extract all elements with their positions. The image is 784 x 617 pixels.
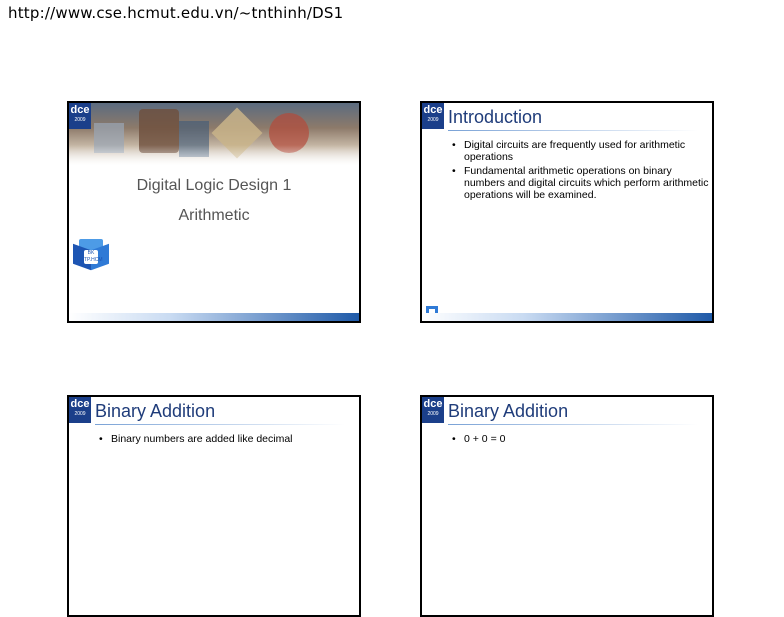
dce-logo-icon: dce 2009 [422,103,444,129]
bullet-list: 0 + 0 = 0 [452,433,710,447]
bullet-list: Binary numbers are added like decimal [99,433,357,447]
bk-badge-text: BK TP.HCM [84,250,103,264]
slide-subtitle: Arithmetic [178,207,250,224]
bk-cube-icon: BK TP.HCM [73,239,109,275]
footer-bar [69,313,359,321]
slide-heading: Introduction [448,107,543,127]
slide-title: dce 2009 Digital Logic Design 1 Arithmet… [67,101,361,323]
dce-logo-icon: dce 2009 [69,103,91,129]
course-title: Digital Logic Design 1 [136,177,292,194]
dce-logo-icon: dce 2009 [69,397,91,423]
bullet-item: 0 + 0 = 0 [452,433,710,445]
slide-binary-addition-2: dce 2009 Binary Addition 0 + 0 = 0 [420,395,714,617]
footer-bar [422,313,712,321]
slide-binary-addition: dce 2009 Binary Addition Binary numbers … [67,395,361,617]
bullet-list: Digital circuits are frequently used for… [452,139,710,203]
bullet-item: Fundamental arithmetic operations on bin… [452,165,710,201]
slide-heading: Binary Addition [448,401,569,421]
slide-heading: Binary Addition [95,401,216,421]
bullet-item: Digital circuits are frequently used for… [452,139,710,163]
page-url: http://www.cse.hcmut.edu.vn/~tnthinh/DS1 [8,4,344,22]
bullet-item: Binary numbers are added like decimal [99,433,357,445]
slide-introduction: dce 2009 Introduction Digital circuits a… [420,101,714,323]
dce-logo-icon: dce 2009 [422,397,444,423]
